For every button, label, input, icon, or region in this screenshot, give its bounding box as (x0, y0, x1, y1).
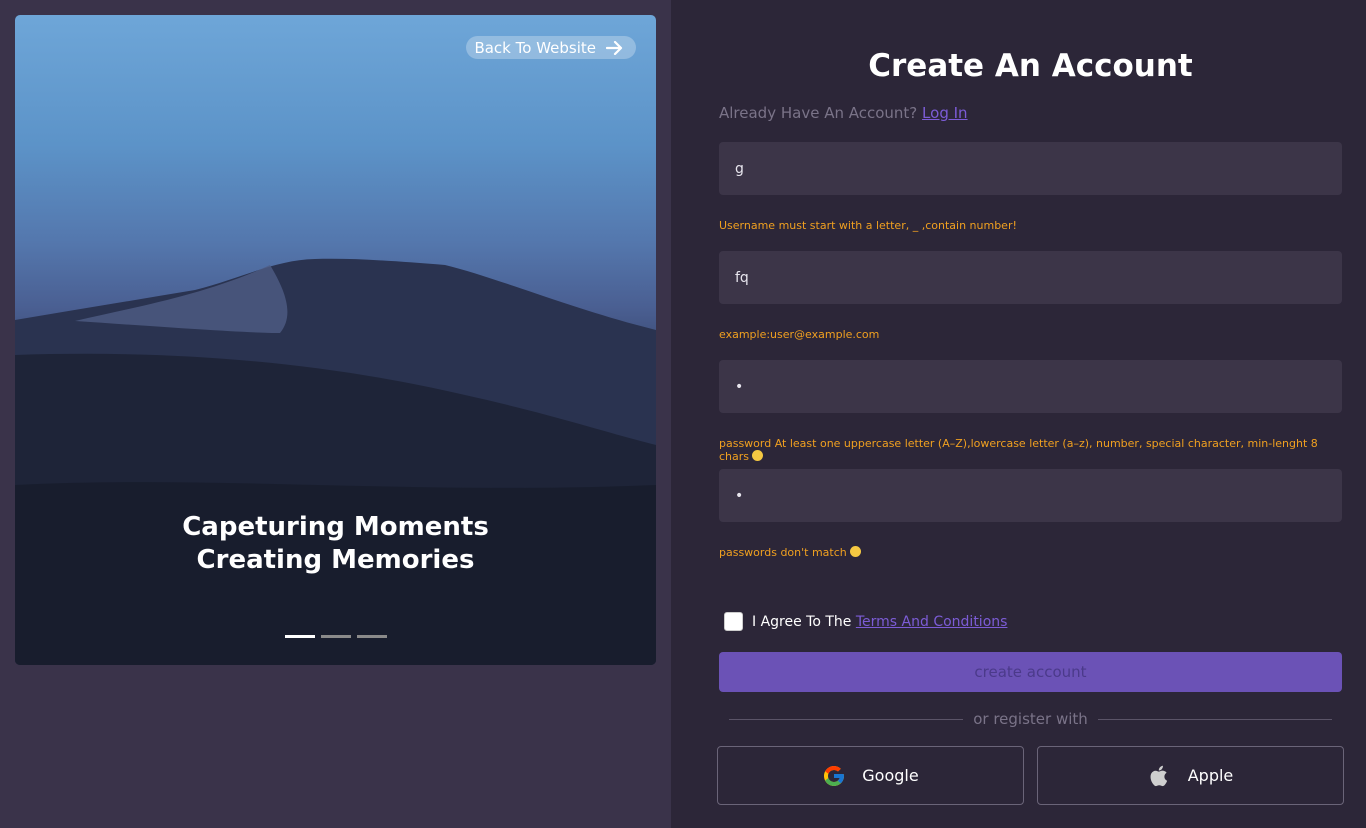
divider-text: or register with (973, 710, 1088, 728)
email-hint: example:user@example.com (719, 328, 880, 341)
username-field[interactable]: g (719, 142, 1342, 195)
login-prompt: Already Have An Account? Log In (719, 104, 968, 122)
confirm-password-field[interactable]: • (719, 469, 1342, 522)
email-value: fq (735, 269, 749, 286)
carousel-dot-2[interactable] (321, 635, 351, 638)
terms-link[interactable]: Terms And Conditions (856, 614, 1008, 630)
confirm-password-value: • (735, 487, 744, 504)
back-to-website-label: Back To Website (474, 38, 596, 57)
carousel-indicators (285, 635, 387, 638)
apple-label: Apple (1187, 766, 1234, 785)
login-prompt-text: Already Have An Account? (719, 104, 918, 122)
agree-text: I Agree To The Terms And Conditions (752, 614, 1007, 630)
agree-label: I Agree To The (752, 613, 852, 630)
google-label: Google (862, 766, 919, 785)
password-value: • (735, 378, 744, 395)
hero-tagline: Capeturing Moments Creating Memories (15, 511, 656, 577)
password-hint: password At least one uppercase letter (… (719, 437, 1342, 463)
google-signup-button[interactable]: Google (717, 746, 1024, 805)
google-icon (824, 765, 845, 786)
left-panel: Back To Website Capeturing Moments Creat… (0, 0, 671, 828)
create-account-label: create account (974, 663, 1087, 681)
carousel-dot-3[interactable] (357, 635, 387, 638)
create-account-button[interactable]: create account (719, 652, 1342, 692)
apple-signup-button[interactable]: Apple (1037, 746, 1344, 805)
login-link[interactable]: Log In (922, 104, 968, 122)
terms-checkbox[interactable] (724, 612, 743, 631)
divider-line-right (1097, 718, 1332, 720)
smile-emoji-icon (752, 450, 764, 461)
confirm-hint-text: passwords don't match (719, 546, 847, 559)
divider-line-left (729, 718, 964, 720)
tagline-line-1: Capeturing Moments (182, 512, 489, 542)
password-hint-text: password At least one uppercase letter (… (719, 437, 1318, 463)
password-field[interactable]: • (719, 360, 1342, 413)
username-hint: Username must start with a letter, _ ,co… (719, 219, 1017, 232)
confirm-password-hint: passwords don't match (719, 546, 861, 559)
carousel-dot-1[interactable] (285, 635, 315, 638)
terms-agreement: I Agree To The Terms And Conditions (724, 612, 1007, 631)
hero-image-slide: Back To Website Capeturing Moments Creat… (15, 15, 656, 665)
apple-icon (1150, 765, 1167, 786)
page-title: Create An Account (868, 48, 1193, 84)
username-value: g (735, 160, 744, 177)
tagline-line-2: Creating Memories (196, 545, 475, 575)
register-divider: or register with (729, 710, 1332, 728)
confused-emoji-icon (849, 546, 861, 557)
email-field[interactable]: fq (719, 251, 1342, 304)
arrow-right-icon (606, 40, 623, 55)
back-to-website-button[interactable]: Back To Website (466, 36, 636, 59)
